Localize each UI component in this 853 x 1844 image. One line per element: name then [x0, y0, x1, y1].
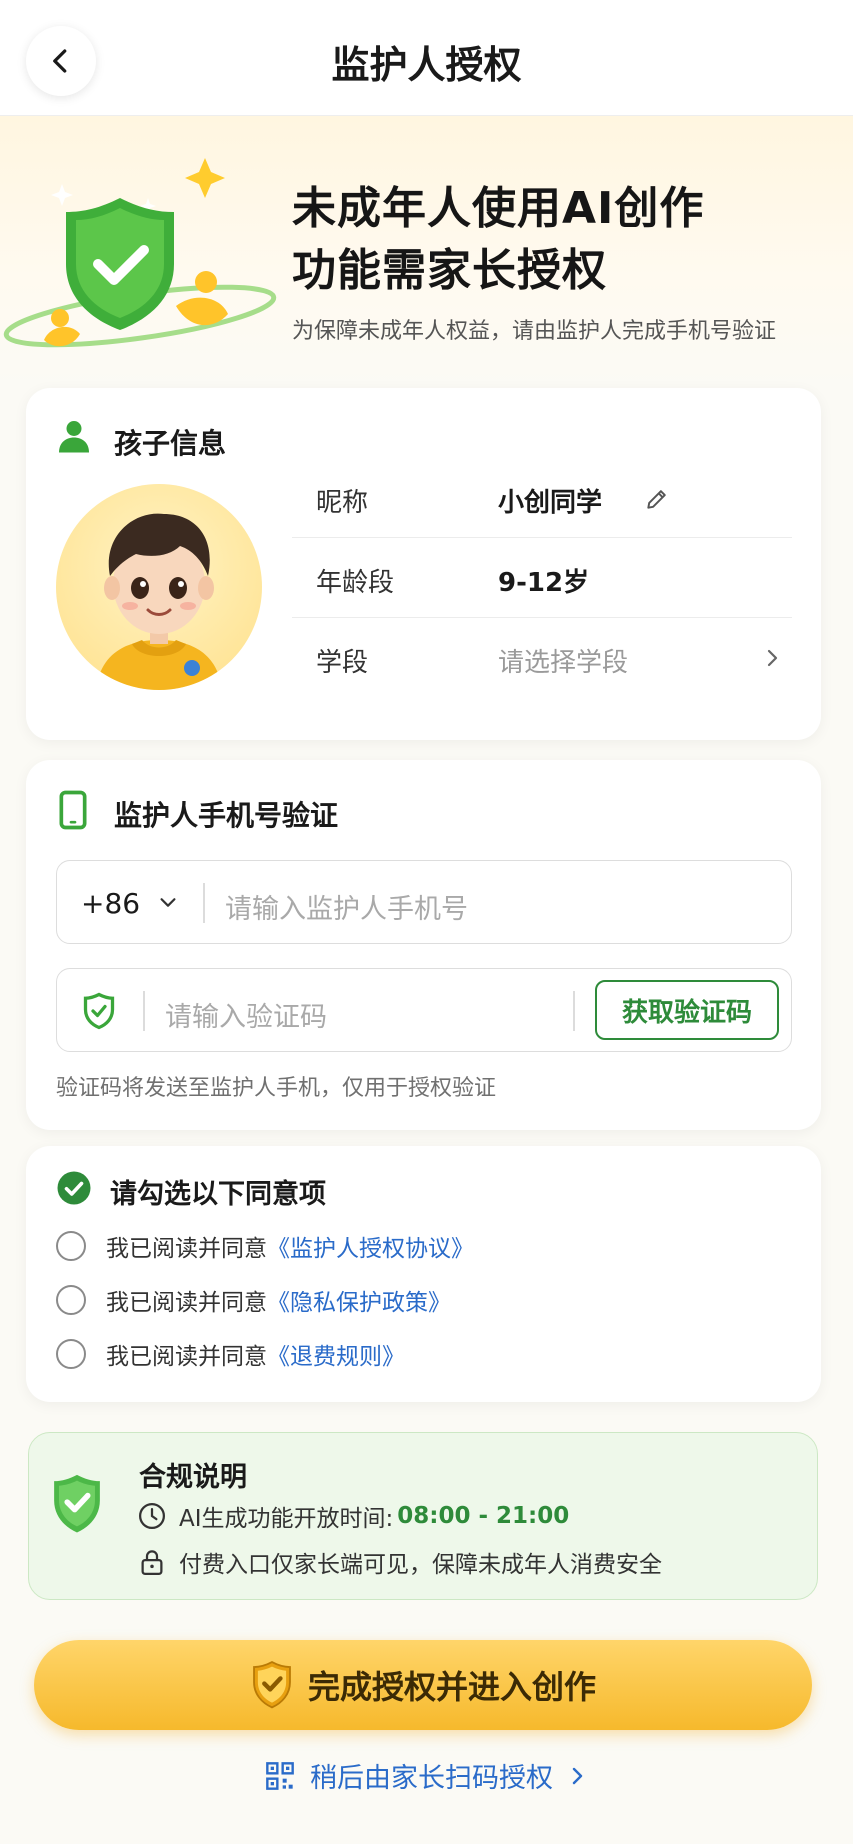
complete-authorization-label: 完成授权并进入创作	[307, 1668, 596, 1706]
chevron-right-icon	[767, 649, 778, 667]
chevron-down-icon[interactable]	[157, 891, 179, 913]
refund-rules-link[interactable]: 《退费规则》	[267, 1337, 405, 1371]
agreements-title: 请勾选以下同意项	[110, 1179, 326, 1210]
agreements-card: 请勾选以下同意项 我已阅读并同意 《监护人授权协议》 我已阅读并同意 《隐私保护…	[26, 1146, 821, 1402]
grade-select[interactable]: 请选择学段	[498, 642, 628, 679]
child-avatar[interactable]	[56, 484, 262, 690]
open-hours-value: 08:00 - 21:00	[397, 1503, 570, 1529]
agreement-item[interactable]: 我已阅读并同意 《监护人授权协议》	[56, 1226, 474, 1266]
page-title: 监护人授权	[331, 43, 522, 87]
agreement-checkbox[interactable]	[56, 1231, 86, 1261]
chevron-right-icon	[572, 1767, 583, 1784]
agreement-checkbox[interactable]	[56, 1285, 86, 1315]
grade-label: 学段	[316, 648, 369, 678]
phone-input-box: +86 请输入监护人手机号	[56, 860, 792, 944]
phone-icon	[59, 790, 87, 830]
divider	[203, 883, 205, 923]
lock-icon	[141, 1550, 163, 1575]
compliance-card: 合规说明 AI生成功能开放时间: 08:00 - 21:00 付费入口仅家长端可…	[28, 1432, 818, 1600]
hero-title-line1: 未成年人使用AI创作	[292, 183, 705, 234]
nickname-row[interactable]: 昵称 小创同学	[292, 458, 792, 538]
payment-note-line: 付费入口仅家长端可见，保障未成年人消费安全	[137, 1545, 662, 1579]
child-info-card: 孩子信息 昵称 小创同学 年龄段 9-12岁 学段 请选择学段	[26, 388, 821, 740]
cartoon-boy-avatar	[96, 513, 222, 690]
phone-verify-title: 监护人手机号验证	[114, 799, 339, 832]
code-input[interactable]: 请输入验证码	[165, 995, 327, 1034]
scan-later-label: 稍后由家长扫码授权	[310, 1763, 553, 1794]
divider	[143, 991, 145, 1031]
verify-hint: 验证码将发送至监护人手机，仅用于授权验证	[56, 1076, 497, 1101]
scan-later-link[interactable]: 稍后由家长扫码授权	[0, 1756, 853, 1795]
child-info-title: 孩子信息	[114, 427, 227, 460]
country-code-select[interactable]: +86	[81, 887, 140, 920]
get-code-button[interactable]: 获取验证码	[595, 980, 779, 1040]
age-row: 年龄段 9-12岁	[292, 538, 792, 618]
agreement-item[interactable]: 我已阅读并同意 《隐私保护政策》	[56, 1280, 451, 1320]
hero-title: 未成年人使用AI创作 功能需家长授权	[292, 178, 704, 302]
complete-authorization-button[interactable]: 完成授权并进入创作	[34, 1640, 812, 1730]
agreement-checkbox[interactable]	[56, 1339, 86, 1369]
phone-verify-card: 监护人手机号验证 +86 请输入监护人手机号 请输入验证码 获取验证码 验证码将…	[26, 760, 821, 1130]
hero-title-line2: 功能需家长授权	[292, 245, 607, 296]
user-icon	[59, 421, 89, 453]
pencil-edit-icon[interactable]	[644, 486, 670, 512]
shield-check-icon	[83, 992, 115, 1030]
agreement-prefix: 我已阅读并同意	[106, 1344, 267, 1370]
shield-check-illustration	[3, 158, 277, 348]
qr-code-icon	[266, 1761, 294, 1790]
nickname-value: 小创同学	[498, 488, 603, 518]
open-hours-label: AI生成功能开放时间:	[179, 1506, 394, 1532]
privacy-policy-link[interactable]: 《隐私保护政策》	[267, 1283, 451, 1317]
code-input-box: 请输入验证码 获取验证码	[56, 968, 792, 1052]
open-hours-line: AI生成功能开放时间: 08:00 - 21:00	[137, 1499, 569, 1533]
top-bar: 监护人授权	[0, 0, 853, 116]
guardian-agreement-link[interactable]: 《监护人授权协议》	[267, 1229, 474, 1263]
age-value: 9-12岁	[498, 568, 590, 598]
payment-note: 付费入口仅家长端可见，保障未成年人消费安全	[179, 1552, 662, 1578]
agreement-item[interactable]: 我已阅读并同意 《退费规则》	[56, 1334, 405, 1374]
agreement-prefix: 我已阅读并同意	[106, 1290, 267, 1316]
shield-check-icon	[54, 1474, 100, 1533]
shield-check-icon	[253, 1661, 291, 1709]
check-circle-icon[interactable]	[56, 1170, 92, 1206]
nickname-label: 昵称	[316, 488, 369, 518]
clock-icon	[139, 1503, 165, 1529]
grade-row[interactable]: 学段 请选择学段	[292, 618, 792, 698]
agreement-prefix: 我已阅读并同意	[106, 1236, 267, 1262]
compliance-title: 合规说明	[139, 1462, 247, 1493]
hero-subtitle: 为保障未成年人权益，请由监护人完成手机号验证	[292, 319, 777, 344]
divider	[573, 991, 575, 1031]
phone-input[interactable]: 请输入监护人手机号	[225, 887, 468, 926]
hero-banner: 未成年人使用AI创作 功能需家长授权 为保障未成年人权益，请由监护人完成手机号验…	[0, 116, 853, 386]
age-label: 年龄段	[316, 568, 395, 598]
